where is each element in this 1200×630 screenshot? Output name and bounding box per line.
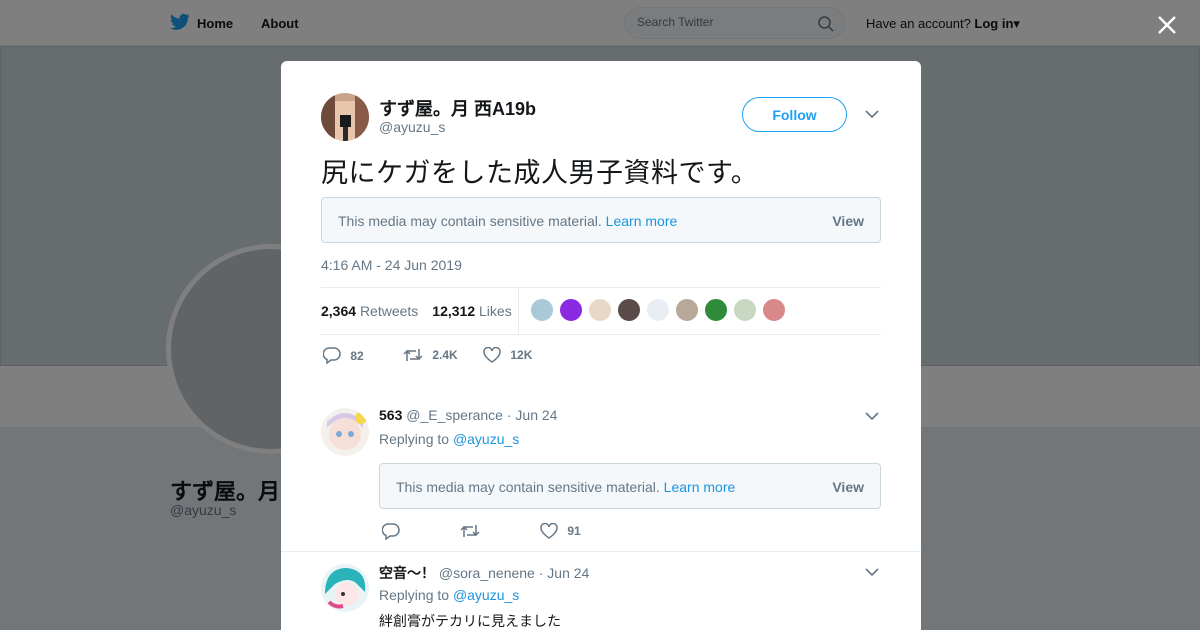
liker-avatar[interactable] bbox=[646, 298, 670, 322]
liker-avatar[interactable] bbox=[559, 298, 583, 322]
author-avatar[interactable] bbox=[321, 93, 369, 141]
retweet-icon[interactable] bbox=[460, 523, 480, 539]
view-media-button[interactable]: View bbox=[832, 213, 864, 229]
retweet-icon[interactable] bbox=[403, 347, 423, 363]
reply-avatar[interactable] bbox=[321, 408, 369, 456]
likes-count[interactable]: 12,312 bbox=[432, 303, 475, 319]
reply-author-name[interactable]: 空音〜！ bbox=[379, 565, 435, 581]
reply-header: 563 @_E_sperance · Jun 24 bbox=[379, 407, 557, 423]
chevron-down-icon[interactable] bbox=[865, 411, 879, 421]
replying-to: Replying to @ayuzu_s bbox=[379, 587, 519, 603]
replying-to-label: Replying to bbox=[379, 431, 450, 447]
heart-icon[interactable] bbox=[483, 346, 501, 363]
divider bbox=[321, 287, 881, 288]
retweet-action[interactable] bbox=[460, 523, 480, 539]
reply-author-handle[interactable]: @_E_sperance bbox=[406, 407, 503, 423]
liker-avatar[interactable] bbox=[762, 298, 786, 322]
retweets-count[interactable]: 2,364 bbox=[321, 303, 356, 319]
chevron-down-icon[interactable] bbox=[865, 567, 879, 577]
reply-action[interactable]: 82 bbox=[322, 347, 364, 365]
liker-avatar[interactable] bbox=[530, 298, 554, 322]
replying-to-mention[interactable]: @ayuzu_s bbox=[453, 587, 519, 603]
like-count: 91 bbox=[567, 524, 581, 538]
retweet-count: 2.4K bbox=[432, 348, 458, 362]
liker-avatar[interactable] bbox=[675, 298, 699, 322]
reply-author-handle[interactable]: @sora_nenene bbox=[439, 565, 535, 581]
reply-count: 82 bbox=[350, 348, 364, 363]
like-count: 12K bbox=[510, 348, 533, 362]
retweets-label[interactable]: Retweets bbox=[360, 303, 418, 319]
tweet-text: 尻にケガをした成人男子資料です。 bbox=[321, 158, 759, 188]
liker-avatar[interactable] bbox=[617, 298, 641, 322]
liker-avatar[interactable] bbox=[588, 298, 612, 322]
stats-separator bbox=[518, 287, 519, 333]
learn-more-link[interactable]: Learn more bbox=[664, 479, 736, 495]
reply-icon[interactable] bbox=[381, 523, 400, 541]
tweet-stats: 2,364 Retweets 12,312 Likes bbox=[321, 303, 512, 319]
retweet-action[interactable]: 2.4K bbox=[403, 347, 458, 363]
chevron-down-icon[interactable] bbox=[865, 109, 879, 119]
tweet-timestamp[interactable]: 4:16 AM - 24 Jun 2019 bbox=[321, 257, 462, 273]
tweet-modal: すず屋。月 西A19b @ayuzu_s Follow 尻にケガをした成人男子資… bbox=[281, 61, 921, 630]
reply-avatar[interactable] bbox=[321, 564, 369, 612]
reply-icon[interactable] bbox=[322, 347, 341, 365]
reply-action[interactable] bbox=[381, 523, 400, 541]
sensitive-media-notice: This media may contain sensitive materia… bbox=[321, 197, 881, 243]
likes-label[interactable]: Likes bbox=[479, 303, 512, 319]
author-name[interactable]: すず屋。月 西A19b bbox=[379, 95, 536, 121]
reply-header: 空音〜！ @sora_nenene · Jun 24 bbox=[379, 563, 589, 583]
like-action[interactable]: 91 bbox=[540, 522, 581, 539]
sensitive-media-notice: This media may contain sensitive materia… bbox=[379, 463, 881, 509]
reply-author-name[interactable]: 563 bbox=[379, 407, 402, 423]
like-action[interactable]: 12K bbox=[483, 346, 533, 363]
sensitive-message: This media may contain sensitive materia… bbox=[396, 479, 660, 495]
sensitive-message: This media may contain sensitive materia… bbox=[338, 213, 602, 229]
replying-to-label: Replying to bbox=[379, 587, 450, 603]
liker-avatar[interactable] bbox=[704, 298, 728, 322]
view-media-button[interactable]: View bbox=[832, 479, 864, 495]
reply-text: 絆創膏がテカリに見えました bbox=[379, 613, 561, 629]
replying-to-mention[interactable]: @ayuzu_s bbox=[453, 431, 519, 447]
liker-avatar[interactable] bbox=[733, 298, 757, 322]
learn-more-link[interactable]: Learn more bbox=[606, 213, 678, 229]
author-handle[interactable]: @ayuzu_s bbox=[379, 119, 445, 135]
divider bbox=[321, 334, 881, 335]
reply-separator bbox=[281, 551, 921, 552]
reply-date[interactable]: · Jun 24 bbox=[539, 565, 590, 581]
reply-date[interactable]: · Jun 24 bbox=[507, 407, 558, 423]
replying-to: Replying to @ayuzu_s bbox=[379, 431, 519, 447]
follow-button[interactable]: Follow bbox=[742, 97, 847, 132]
heart-icon[interactable] bbox=[540, 522, 558, 539]
close-icon[interactable] bbox=[1156, 14, 1178, 36]
